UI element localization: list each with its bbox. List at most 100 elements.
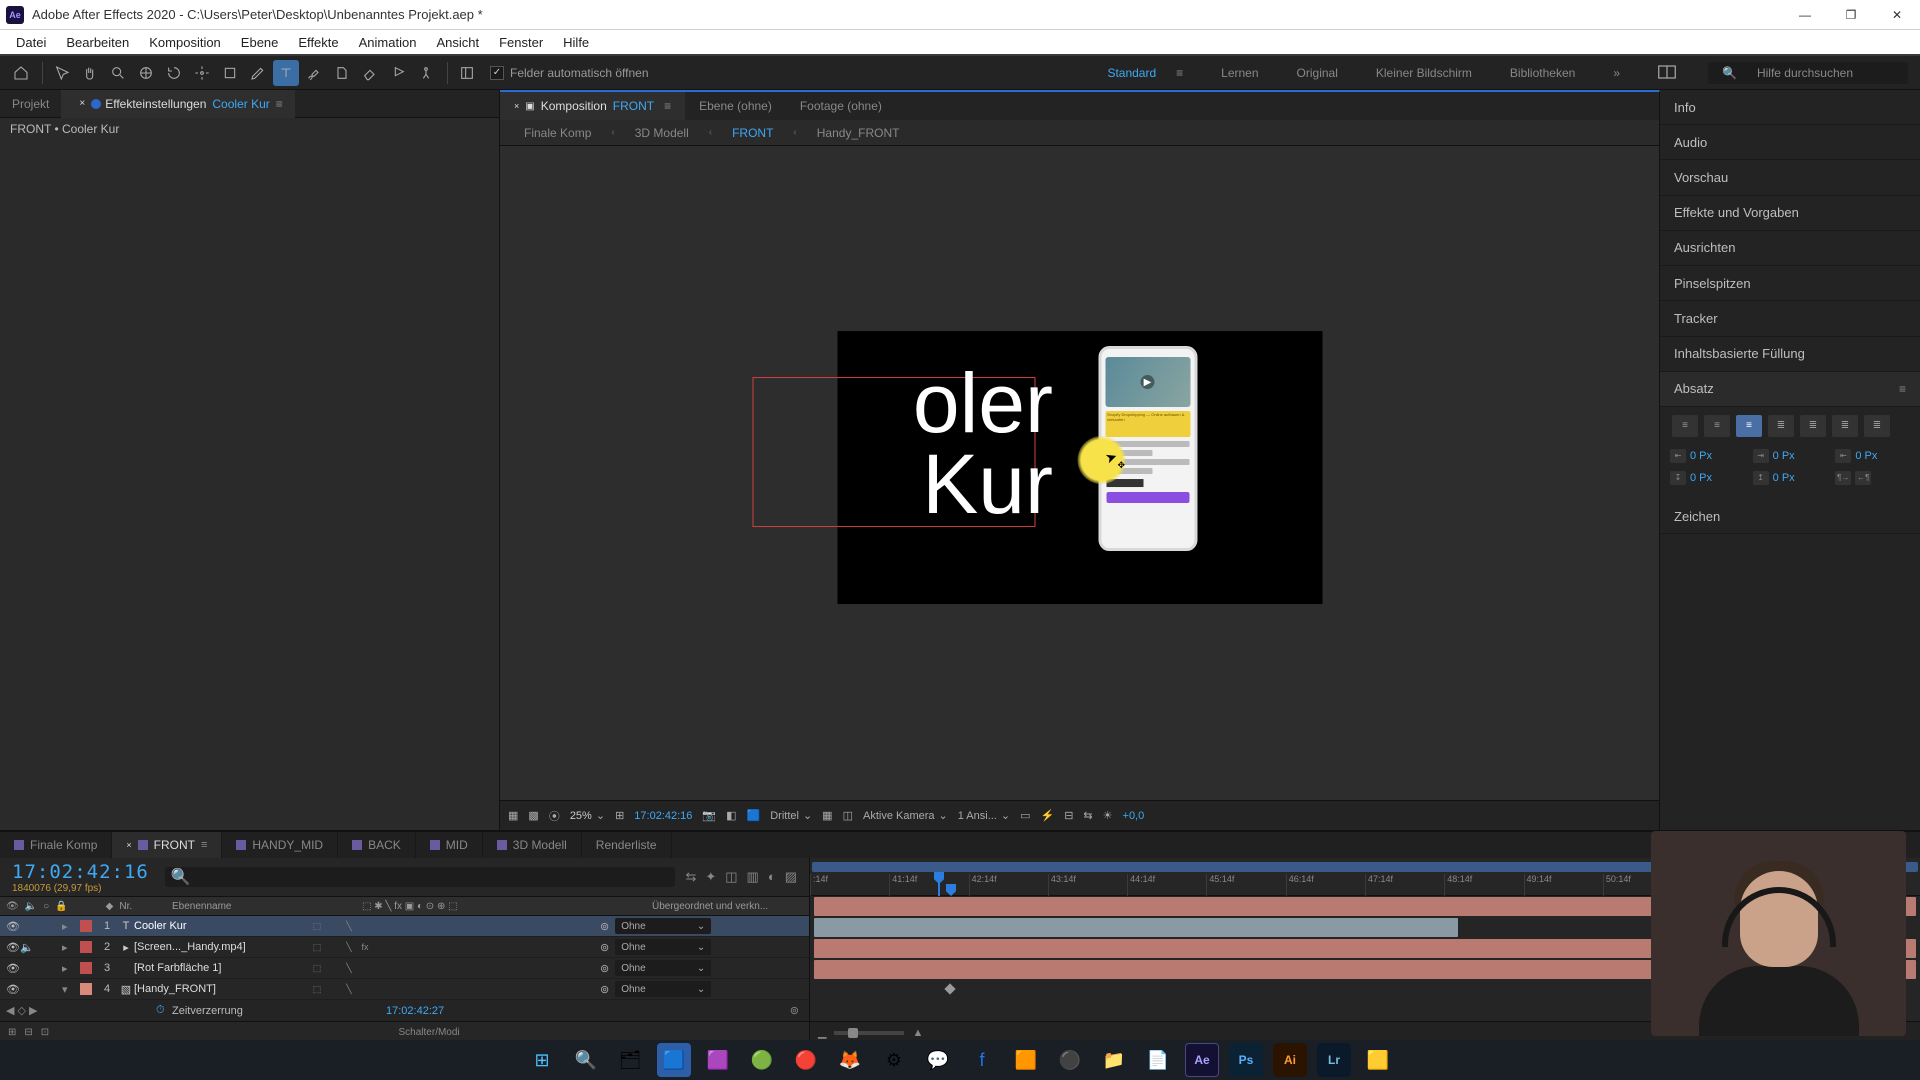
layer-row[interactable]: 👁▸1TCooler Kur⬚╲⊚Ohne⌄ (0, 916, 809, 937)
layer-label-color[interactable] (80, 983, 92, 995)
visibility-toggle[interactable]: 👁 (6, 983, 20, 996)
frame-blend-icon[interactable]: ▥ (747, 869, 759, 885)
composition-canvas[interactable]: oler Kur Shopify Dropshipping — Online a… (837, 331, 1322, 604)
layer-switches[interactable]: ⬚╲ (310, 982, 600, 996)
taskbar-start-icon[interactable]: ⊞ (525, 1043, 559, 1077)
workspace-menu-icon[interactable]: ≡ (1170, 66, 1189, 80)
transparency-grid-icon[interactable]: ▦ (822, 809, 832, 822)
audio-panel[interactable]: Audio (1660, 125, 1920, 160)
eraser-tool[interactable] (357, 60, 383, 86)
layer-label-color[interactable] (80, 962, 92, 974)
menu-help[interactable]: Hilfe (553, 35, 599, 50)
comp-flow-icon[interactable]: ⇆ (1083, 809, 1092, 822)
views-dropdown[interactable]: 1 Ansi... ⌄ (958, 809, 1010, 822)
orbit-tool[interactable] (133, 60, 159, 86)
breadcrumb-item[interactable]: 3D Modell (625, 126, 699, 140)
text-direction-rtl-icon[interactable]: ←¶ (1855, 471, 1871, 485)
pen-tool[interactable] (245, 60, 271, 86)
taskbar-app-icon[interactable]: 🟧 (1009, 1043, 1043, 1077)
puppet-tool[interactable] (413, 60, 439, 86)
breadcrumb-item[interactable]: Finale Komp (514, 126, 601, 140)
twirl-icon[interactable]: ▸ (62, 962, 76, 975)
panel-menu-icon[interactable]: ≡ (276, 97, 283, 111)
panel-menu-icon[interactable]: ≡ (1899, 382, 1906, 396)
parent-dropdown[interactable]: Ohne⌄ (615, 981, 711, 997)
timeline-tab[interactable]: HANDY_MID (222, 832, 338, 858)
shape-tool[interactable] (217, 60, 243, 86)
breadcrumb-item-active[interactable]: FRONT (722, 126, 783, 140)
parent-link[interactable]: ⊚Ohne⌄ (600, 960, 809, 976)
label-column-icon[interactable]: ◆ (106, 901, 114, 912)
indent-right-value[interactable]: 0 Px (1855, 450, 1877, 462)
alpha-toggle-icon[interactable]: ▦ (508, 809, 518, 822)
layer-row[interactable]: 👁🔈▸2▸[Screen..._Handy.mp4]⬚╲fx⊚Ohne⌄ (0, 937, 809, 958)
layer-name[interactable]: Cooler Kur (134, 920, 310, 932)
workspace-overflow-icon[interactable]: » (1607, 66, 1626, 80)
panel-toggle-icon[interactable] (454, 60, 480, 86)
lock-column-icon[interactable]: 🔒 (55, 901, 67, 912)
timeline-tab[interactable]: MID (416, 832, 483, 858)
property-value[interactable]: 17:02:42:27 (386, 1005, 444, 1017)
audio-toggle[interactable]: 🔈 (20, 941, 34, 954)
selection-tool[interactable] (49, 60, 75, 86)
timeline-tab[interactable]: 3D Modell (483, 832, 582, 858)
hand-tool[interactable] (77, 60, 103, 86)
taskbar-illustrator-icon[interactable]: Ai (1273, 1043, 1307, 1077)
info-panel[interactable]: Info (1660, 90, 1920, 125)
text-layer-content[interactable]: oler Kur (843, 364, 1053, 525)
keyframe-nav-icon[interactable]: ◀ ◇ ▶ (6, 1004, 46, 1017)
justify-all-button[interactable]: ≣ (1864, 415, 1890, 437)
timeline-zoom-slider[interactable] (834, 1031, 904, 1035)
resolution-icon[interactable]: ⊞ (615, 809, 624, 822)
layer-name-column-header[interactable]: Ebenenname (172, 901, 362, 912)
taskbar-notepad-icon[interactable]: 📄 (1141, 1043, 1175, 1077)
color-mgmt-icon[interactable]: 🟦 (747, 809, 761, 822)
pickwhip-icon[interactable]: ⊚ (600, 962, 609, 975)
layer-name[interactable]: [Screen..._Handy.mp4] (134, 941, 310, 953)
stopwatch-icon[interactable]: ⏱ (156, 1004, 172, 1017)
space-after-value[interactable]: 0 Px (1773, 472, 1795, 484)
menu-window[interactable]: Fenster (489, 35, 553, 50)
layer-name[interactable]: [Handy_FRONT] (134, 983, 310, 995)
visibility-toggle[interactable]: 👁 (6, 962, 20, 975)
visibility-toggle[interactable]: 👁 (6, 920, 20, 933)
layer-label-color[interactable] (80, 941, 92, 953)
current-time-indicator[interactable] (932, 872, 946, 894)
indent-left-value[interactable]: 0 Px (1690, 450, 1712, 462)
preview-timecode[interactable]: 17:02:42:16 (634, 810, 692, 822)
content-aware-fill-panel[interactable]: Inhaltsbasierte Füllung (1660, 337, 1920, 372)
twirl-icon[interactable]: ▸ (62, 920, 76, 933)
zoom-dropdown[interactable]: 25% ⌄ (570, 809, 605, 822)
menu-effects[interactable]: Effekte (288, 35, 348, 50)
brushes-panel[interactable]: Pinselspitzen (1660, 266, 1920, 301)
layer-name[interactable]: [Rot Farbfläche 1] (134, 962, 310, 974)
audio-column-icon[interactable]: 🔈 (25, 901, 37, 912)
layer-tab[interactable]: Ebene (ohne) (685, 92, 786, 120)
taskbar-facebook-icon[interactable]: f (965, 1043, 999, 1077)
taskbar-obs-icon[interactable]: ⚫ (1053, 1043, 1087, 1077)
layer-search-input[interactable]: 🔍 (165, 867, 676, 887)
roi-icon[interactable]: ◫ (843, 809, 853, 822)
menu-composition[interactable]: Komposition (139, 35, 231, 50)
exposure-value[interactable]: +0,0 (1123, 810, 1145, 822)
menu-edit[interactable]: Bearbeiten (56, 35, 139, 50)
effects-presets-panel[interactable]: Effekte und Vorgaben (1660, 196, 1920, 231)
taskbar-app-icon[interactable]: 🟨 (1361, 1043, 1395, 1077)
pickwhip-icon[interactable]: ⊚ (600, 920, 609, 933)
workspace-lernen[interactable]: Lernen (1215, 66, 1264, 80)
roto-tool[interactable] (385, 60, 411, 86)
preview-panel[interactable]: Vorschau (1660, 160, 1920, 195)
pickwhip-icon[interactable]: ⊚ (600, 983, 609, 996)
taskbar-explorer-icon[interactable]: 📁 (1097, 1043, 1131, 1077)
snapshot-icon[interactable] (91, 99, 101, 109)
align-left-button[interactable]: ≡ (1672, 415, 1698, 437)
parent-dropdown[interactable]: Ohne⌄ (615, 918, 711, 934)
taskbar-app-icon[interactable]: 🟪 (701, 1043, 735, 1077)
layer-switches[interactable]: ⬚╲fx (310, 940, 600, 954)
layer-row[interactable]: 👁▾4▧[Handy_FRONT]⬚╲⊚Ohne⌄ (0, 979, 809, 1000)
justify-last-left-button[interactable]: ≣ (1768, 415, 1794, 437)
taskbar-taskview-icon[interactable]: 🗂 (613, 1043, 647, 1077)
menu-animation[interactable]: Animation (349, 35, 427, 50)
parent-dropdown[interactable]: Ohne⌄ (615, 939, 711, 955)
timeline-tab-active[interactable]: ×FRONT≡ (112, 832, 222, 858)
